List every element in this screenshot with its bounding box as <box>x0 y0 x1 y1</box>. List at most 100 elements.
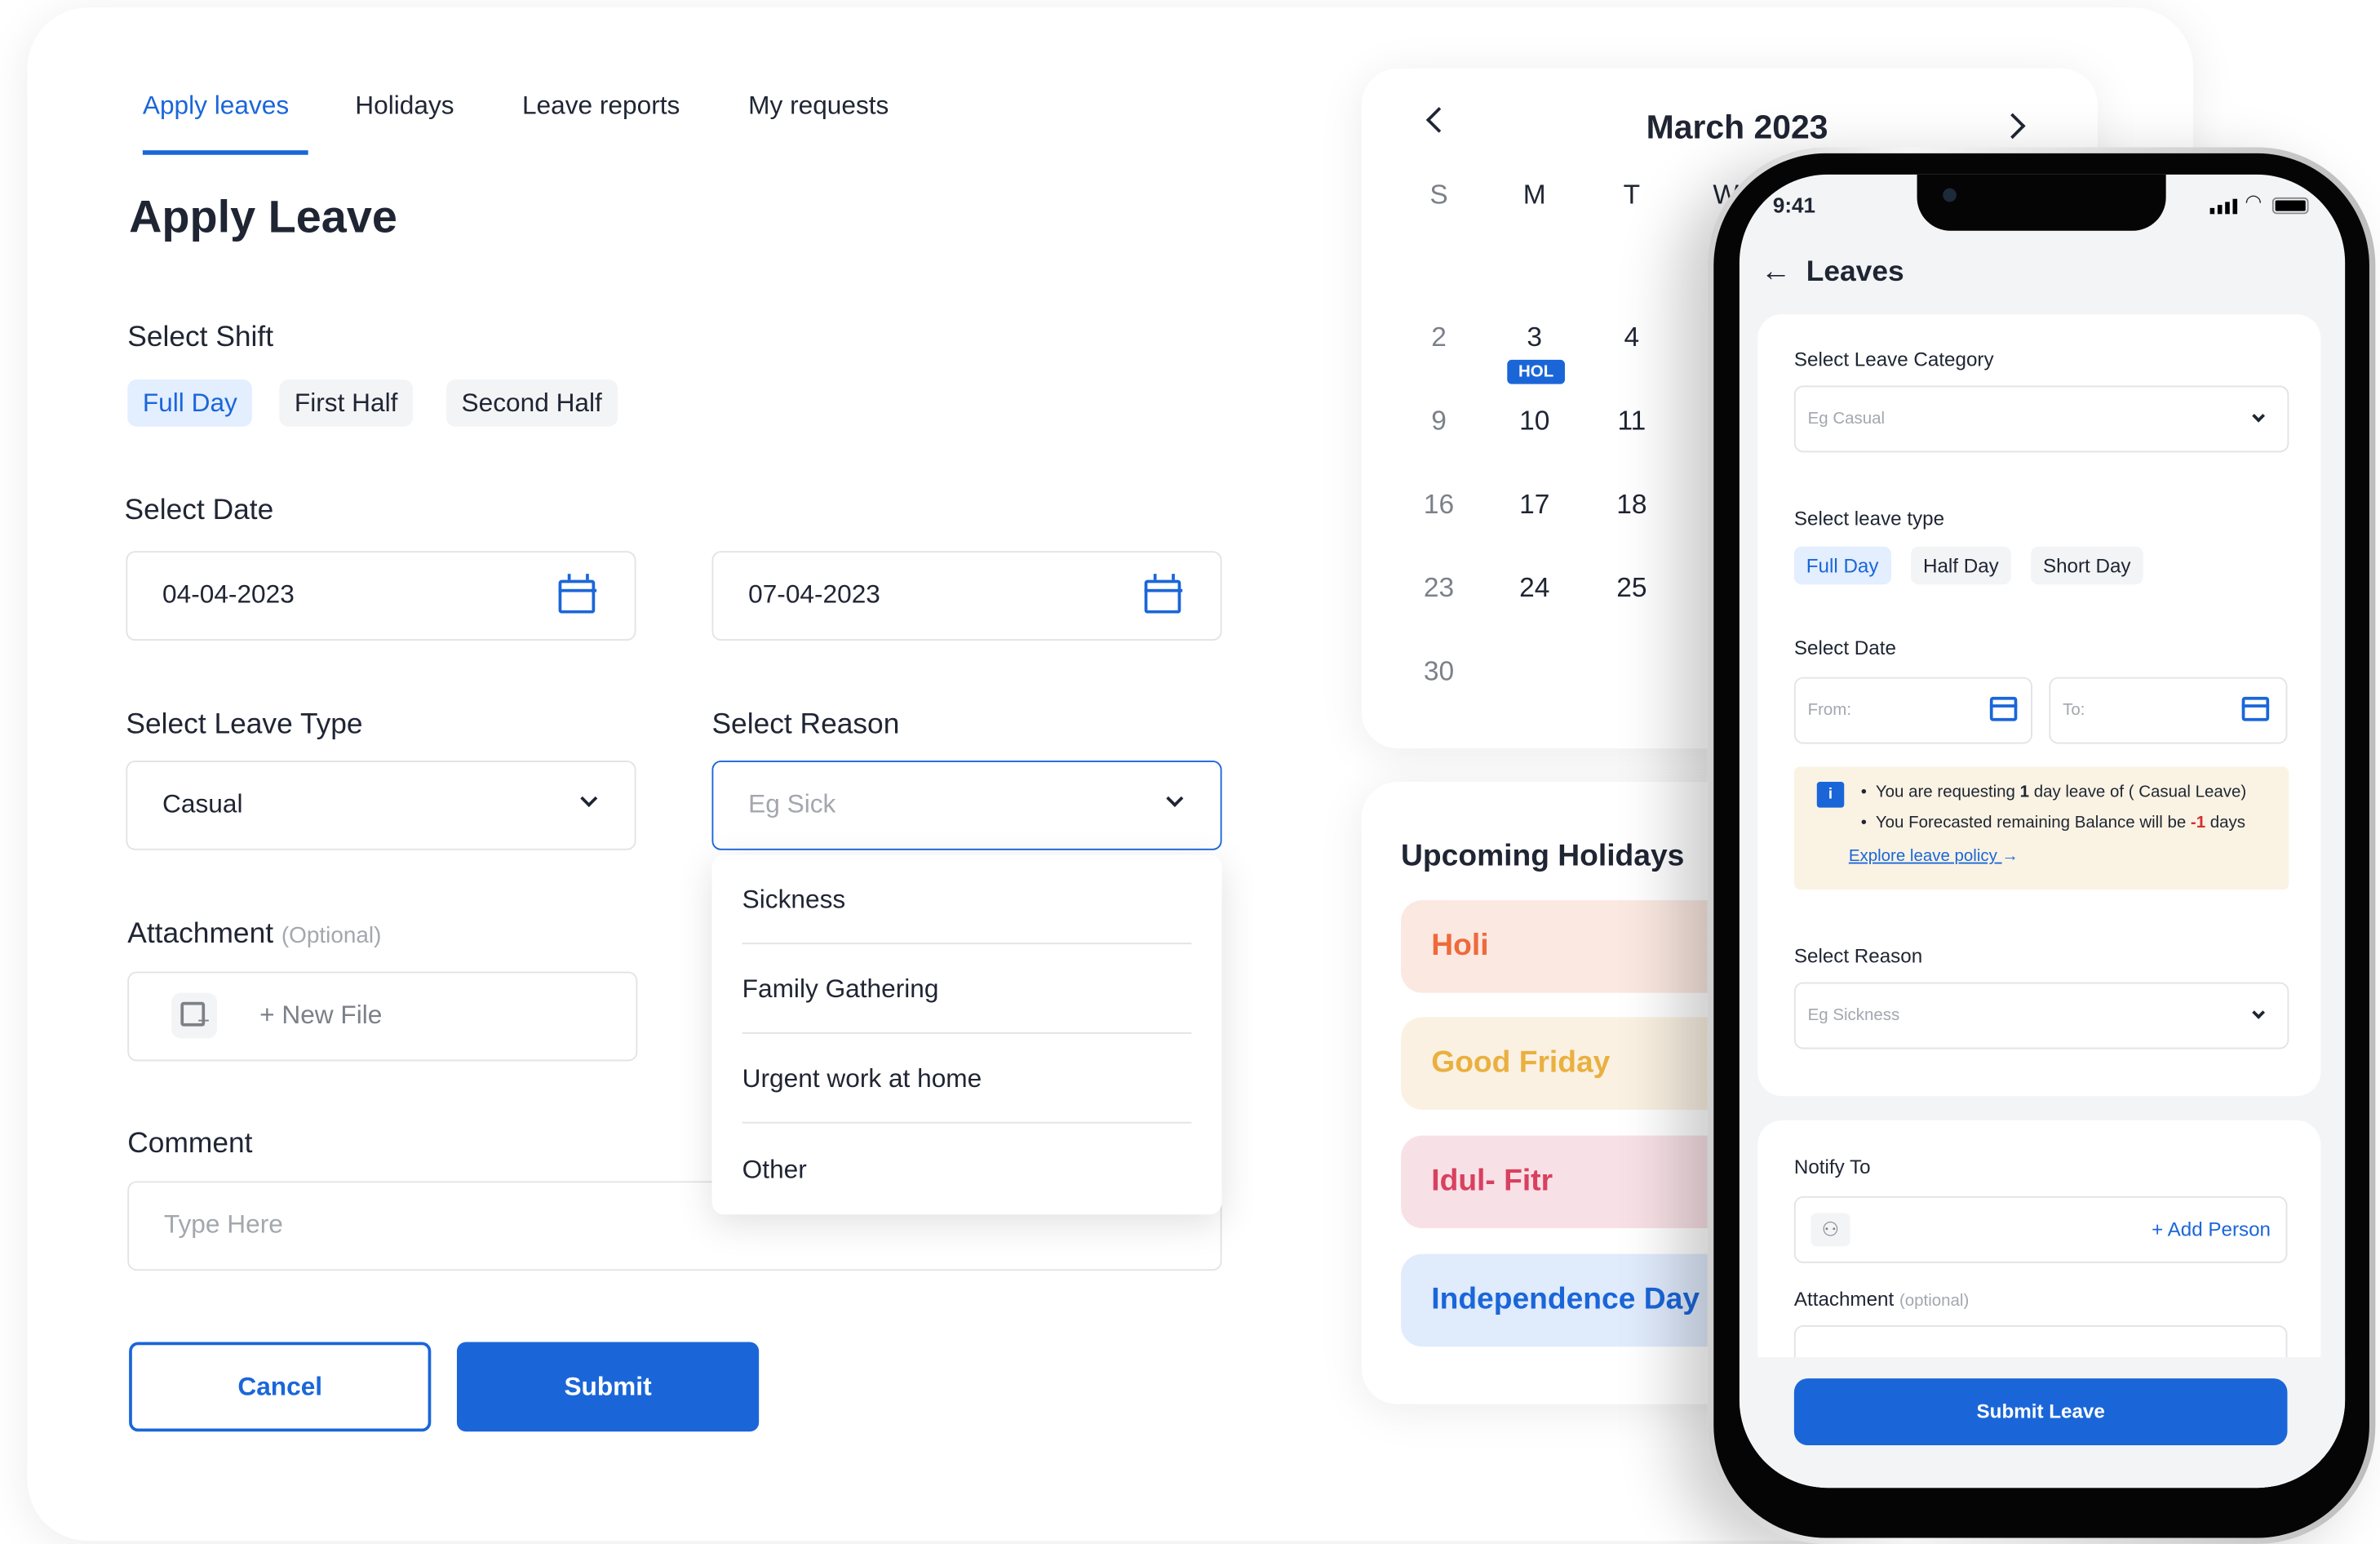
leave-type-label: Select Leave Type <box>126 708 363 741</box>
attachment-label: Attachment (Optional) <box>127 918 381 952</box>
chevron-down-icon <box>580 789 598 808</box>
attachment-text: Attachment <box>1793 1287 1895 1311</box>
reason-placeholder: Eg Sickness <box>1807 1006 1900 1025</box>
calendar-day[interactable]: 16 <box>1408 489 1469 521</box>
image-add-icon: + <box>171 992 218 1039</box>
weekday-mon: M <box>1522 179 1546 210</box>
reason-select[interactable]: Eg Sickness <box>1793 982 2289 1049</box>
info-icon: i <box>1816 782 1845 808</box>
holidays-title: Upcoming Holidays <box>1401 839 1685 873</box>
calendar-icon[interactable] <box>1989 696 2018 721</box>
phone-notch <box>1917 174 2166 231</box>
shift-full-day[interactable]: Full Day <box>127 379 253 427</box>
info-text: days <box>2205 814 2246 832</box>
calendar-day[interactable]: 24 <box>1505 572 1565 604</box>
tab-leave-reports[interactable]: Leave reports <box>522 91 680 122</box>
calendar-day[interactable]: 23 <box>1408 572 1469 604</box>
attachment-input[interactable]: + + New File <box>127 971 638 1062</box>
active-tab-indicator <box>142 150 308 155</box>
date-label: Select Date <box>124 495 274 527</box>
battery-icon <box>2271 197 2309 215</box>
date-label: Select Date <box>1793 636 1896 659</box>
from-placeholder: From: <box>1807 701 1852 720</box>
shift-label: Select Shift <box>127 322 274 354</box>
category-placeholder: Eg Casual <box>1807 410 1886 428</box>
calendar-day[interactable]: 11 <box>1602 406 1662 437</box>
submit-button[interactable]: Submit <box>456 1342 760 1432</box>
arrow-right-icon: → <box>2001 847 2019 866</box>
holiday-badge: HOL <box>1507 359 1565 384</box>
calendar-day[interactable]: 30 <box>1408 656 1469 688</box>
reason-dropdown-menu: Sickness Family Gathering Urgent work at… <box>711 854 1222 1215</box>
reason-option-sickness[interactable]: Sickness <box>742 854 1192 945</box>
attachment-label-text: Attachment <box>127 918 274 951</box>
new-file-link[interactable]: + New File <box>259 973 382 1058</box>
type-half-day[interactable]: Half Day <box>1911 546 2011 585</box>
chevron-down-icon <box>2252 409 2266 423</box>
leave-type-select[interactable]: Casual <box>126 761 636 850</box>
submit-leave-button[interactable]: Submit Leave <box>1793 1378 2288 1446</box>
calendar-icon[interactable] <box>557 574 596 614</box>
signal-icon <box>2209 198 2238 215</box>
calendar-month-title: March 2023 <box>1646 108 1828 146</box>
leave-type-value: Casual <box>162 789 243 819</box>
calendar-day[interactable]: 17 <box>1505 489 1565 521</box>
calendar-day[interactable]: 9 <box>1408 406 1469 437</box>
calendar-day[interactable]: 4 <box>1602 322 1662 353</box>
cancel-button[interactable]: Cancel <box>129 1342 432 1432</box>
calendar-day[interactable]: 2 <box>1408 322 1469 353</box>
info-text: You Forecasted remaining Balance will be <box>1875 814 2191 832</box>
from-date-value: 04-04-2023 <box>162 579 295 609</box>
reason-option-urgent-work[interactable]: Urgent work at home <box>742 1034 1192 1124</box>
info-line-2: • You Forecasted remaining Balance will … <box>1860 814 2246 832</box>
type-short-day[interactable]: Short Day <box>2031 546 2143 585</box>
optional-hint: (optional) <box>1899 1292 1970 1311</box>
to-date-input[interactable]: 07-04-2023 <box>711 551 1222 641</box>
tab-my-requests[interactable]: My requests <box>748 91 889 122</box>
reason-select[interactable]: Eg Sick <box>711 761 1222 850</box>
reason-placeholder: Eg Sick <box>748 789 836 819</box>
shift-first-half[interactable]: First Half <box>279 379 414 427</box>
notify-label: Notify To <box>1793 1155 1871 1178</box>
wifi-icon: ◠ <box>2245 189 2263 213</box>
optional-hint: (Optional) <box>281 923 382 949</box>
calendar-day[interactable]: 10 <box>1505 406 1565 437</box>
tab-holidays[interactable]: Holidays <box>355 91 454 122</box>
calendar-day[interactable]: 18 <box>1602 489 1662 521</box>
reason-option-other[interactable]: Other <box>742 1125 1192 1214</box>
leave-type-label: Select leave type <box>1793 507 1945 530</box>
calendar-day[interactable]: 3 <box>1505 322 1565 353</box>
calendar-day[interactable]: 25 <box>1602 572 1662 604</box>
info-line-1: • You are requesting 1 day leave of ( Ca… <box>1860 783 2247 802</box>
reason-option-family-gathering[interactable]: Family Gathering <box>742 944 1192 1034</box>
chevron-down-icon <box>2252 1005 2266 1019</box>
calendar-icon[interactable] <box>2241 696 2270 721</box>
to-date-input[interactable]: To: <box>2049 677 2288 744</box>
status-time: 9:41 <box>1772 193 1815 218</box>
reason-label: Select Reason <box>1793 944 1923 968</box>
info-text: You are requesting <box>1875 783 2020 802</box>
category-select[interactable]: Eg Casual <box>1793 385 2289 453</box>
type-full-day[interactable]: Full Day <box>1793 546 1891 585</box>
from-date-input[interactable]: From: <box>1793 677 2032 744</box>
page-title: Apply Leave <box>129 193 397 243</box>
phone-title: Leaves <box>1806 256 1904 289</box>
from-date-input[interactable]: 04-04-2023 <box>126 551 636 641</box>
reason-label: Select Reason <box>711 708 900 741</box>
shift-second-half[interactable]: Second Half <box>445 379 618 427</box>
calendar-icon[interactable] <box>1143 574 1182 614</box>
phone-screen: 9:41 ◠ ← Leaves Select Leave Category Eg… <box>1739 174 2346 1489</box>
explore-policy-text: Explore leave policy <box>1848 847 1997 866</box>
info-text: day leave of ( Casual Leave) <box>2029 783 2247 802</box>
to-date-value: 07-04-2023 <box>748 579 880 609</box>
back-arrow-icon[interactable]: ← <box>1761 255 1791 291</box>
explore-policy-link[interactable]: Explore leave policy → <box>1849 847 2019 865</box>
add-person-link[interactable]: + Add Person <box>2152 1198 2271 1262</box>
comment-label: Comment <box>127 1128 253 1160</box>
add-person-icon: ⚇ <box>1810 1213 1850 1247</box>
weekday-sun: S <box>1429 179 1448 210</box>
phone-mockup: 9:41 ◠ ← Leaves Select Leave Category Eg… <box>1707 147 2376 1544</box>
category-label: Select Leave Category <box>1793 348 1994 370</box>
notify-input[interactable]: ⚇ + Add Person <box>1793 1196 2288 1263</box>
tab-apply-leaves[interactable]: Apply leaves <box>143 91 289 122</box>
